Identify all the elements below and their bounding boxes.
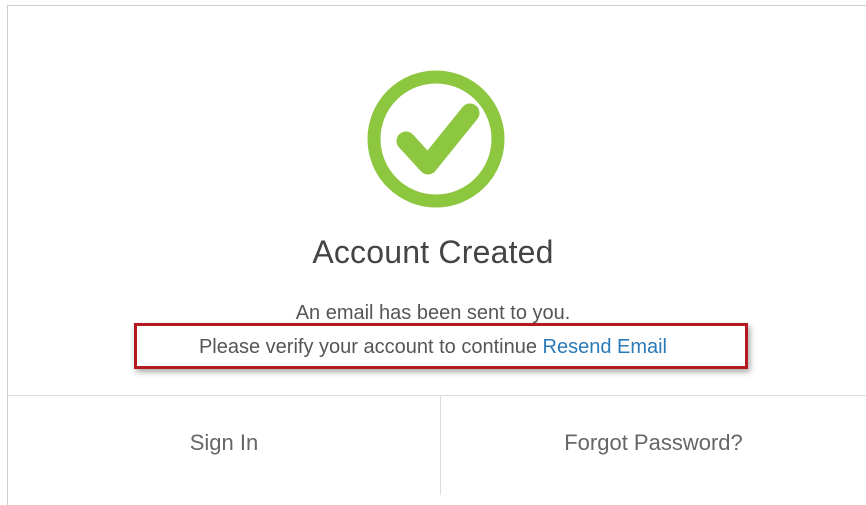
sign-in-button[interactable]: Sign In [8,396,441,495]
email-sent-message: An email has been sent to you. [295,302,571,324]
page-title: Account Created [312,234,554,270]
verify-message: Please verify your account to continue R… [0,336,866,359]
footer-actions: Sign In Forgot Password? [8,395,866,495]
resend-email-link[interactable]: Resend Email [543,336,668,358]
verify-message-text: Please verify your account to continue [198,336,543,358]
check-circle-icon [367,70,505,208]
forgot-password-button[interactable]: Forgot Password? [441,396,866,495]
